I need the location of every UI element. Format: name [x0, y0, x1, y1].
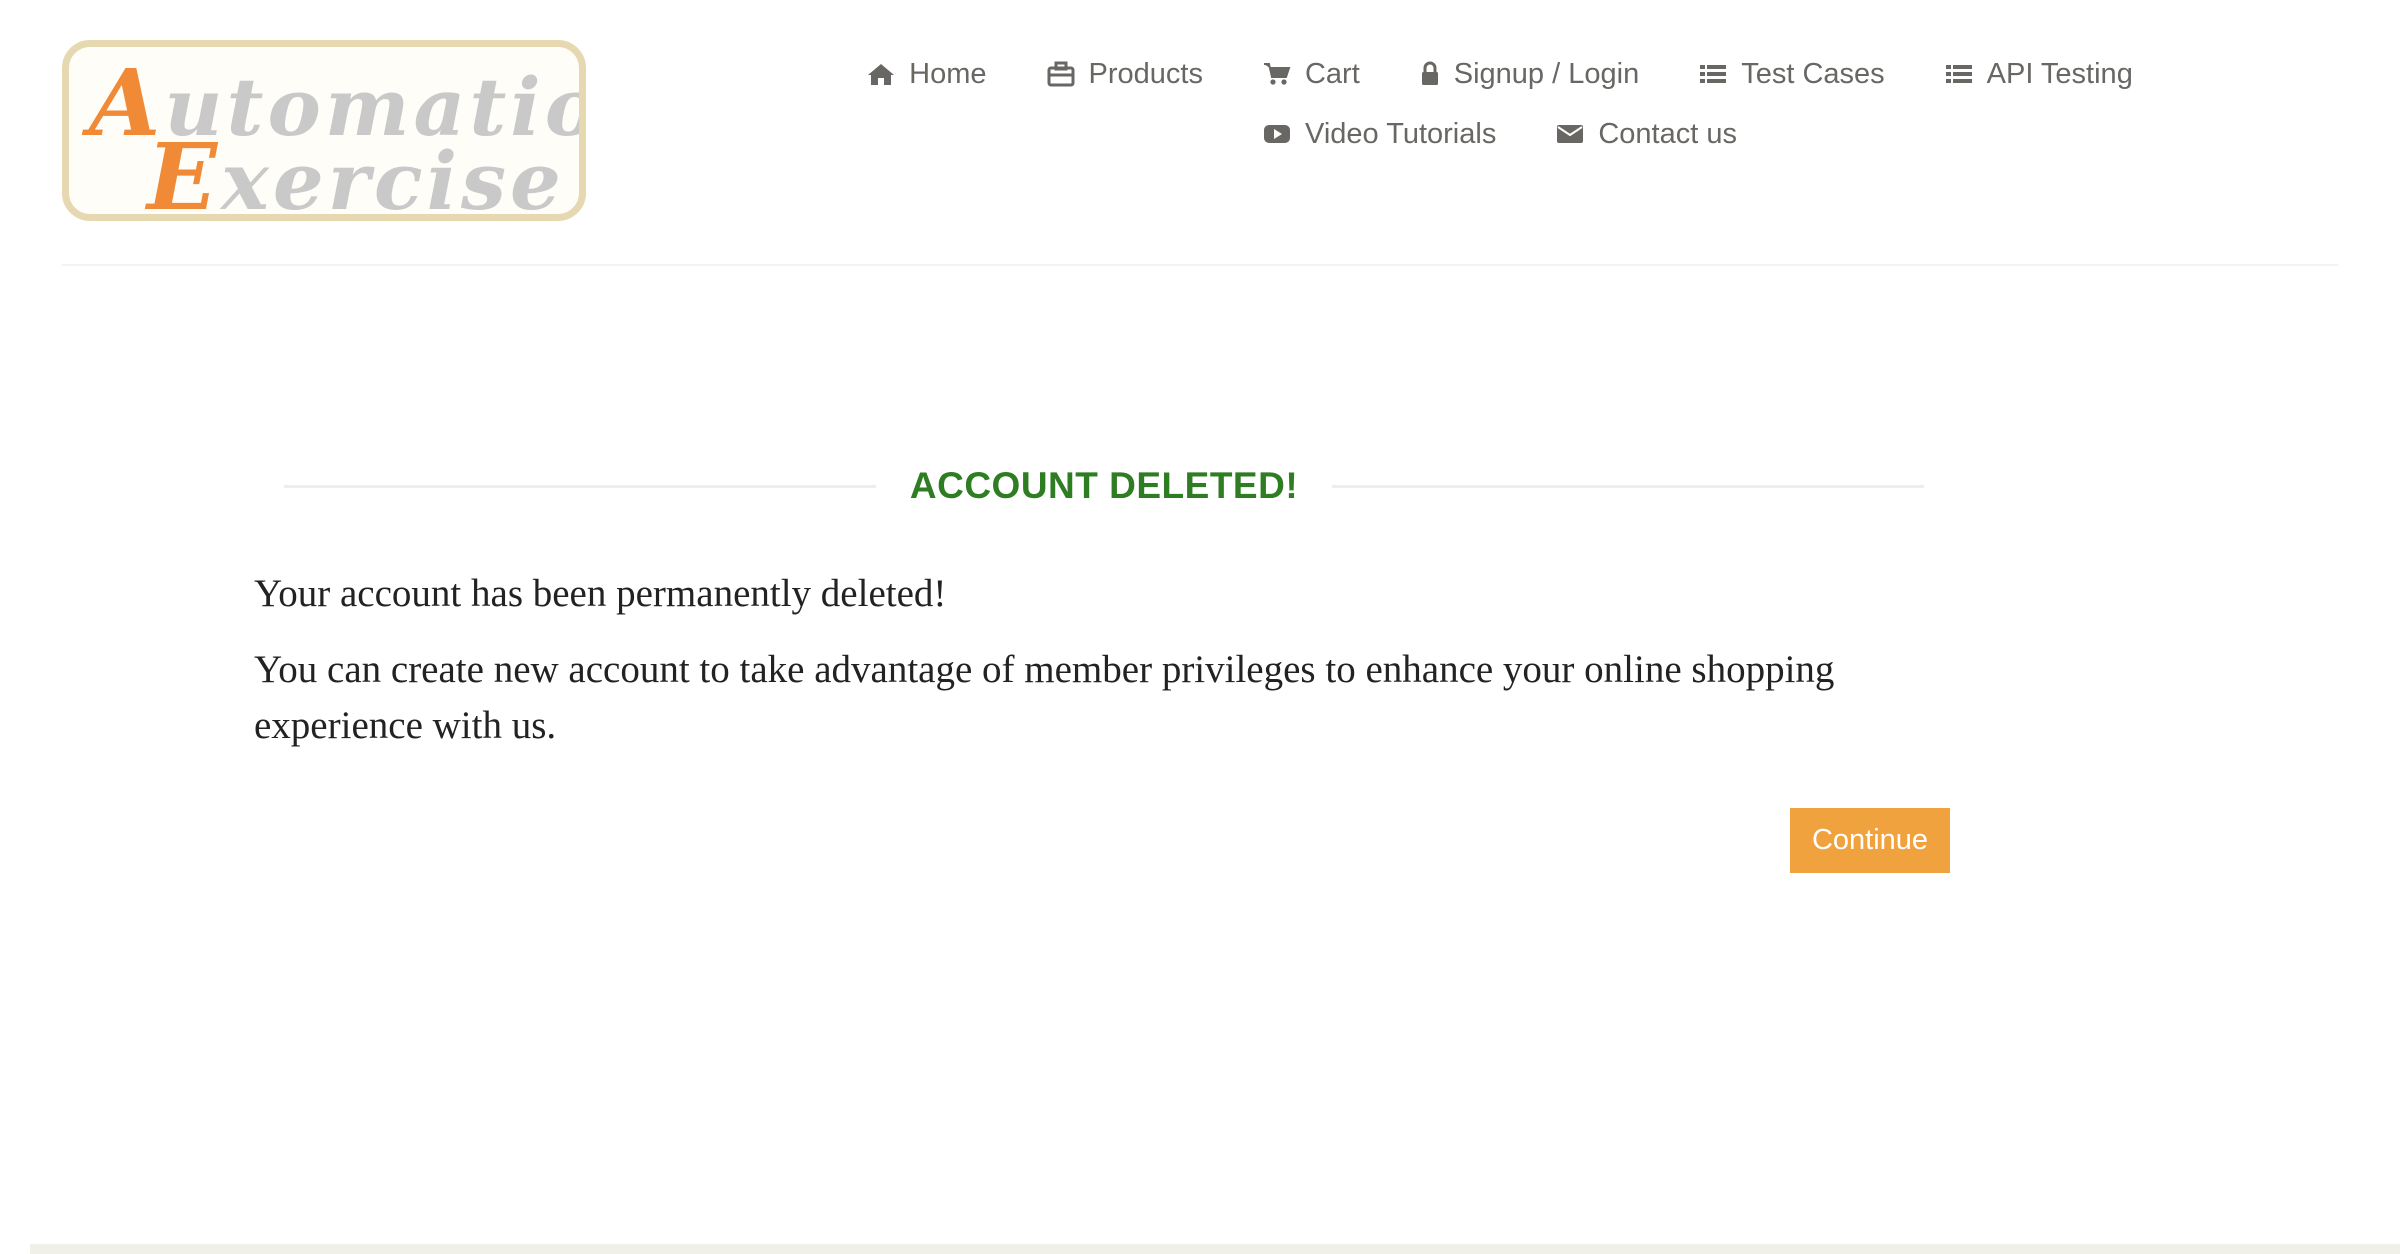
logo-rest-exercise: xercise: [221, 134, 565, 221]
account-deleted-title: ACCOUNT DELETED!: [909, 465, 1299, 506]
site-logo[interactable]: Automation Exercise: [62, 40, 586, 221]
page: Automation Exercise Home Products Cart S…: [0, 0, 2400, 1254]
nav-home[interactable]: Home: [867, 56, 987, 92]
youtube-play-icon: [1264, 125, 1291, 143]
title-line-right: [1332, 484, 1925, 488]
header: Automation Exercise Home Products Cart S…: [0, 0, 2400, 266]
logo-cap-e: E: [147, 123, 222, 221]
nav-products[interactable]: Products: [1047, 56, 1203, 92]
nav-contact-us[interactable]: Contact us: [1556, 116, 1737, 152]
nav-api-testing-label: API Testing: [1986, 57, 2133, 90]
title-line-left: [284, 484, 876, 488]
nav-signup-login[interactable]: Signup / Login: [1420, 56, 1639, 92]
briefcase-icon: [1047, 61, 1075, 87]
home-icon: [868, 64, 895, 85]
nav-test-cases[interactable]: Test Cases: [1699, 56, 1885, 92]
nav-cart[interactable]: Cart: [1263, 56, 1360, 92]
footer-strip: [30, 1244, 2400, 1254]
nav-test-cases-label: Test Cases: [1741, 57, 1885, 90]
list-icon: [1945, 65, 1972, 83]
main-nav: Home Products Cart Signup / Login Test C…: [860, 56, 2140, 152]
continue-button[interactable]: Continue: [1790, 808, 1950, 873]
nav-products-label: Products: [1088, 57, 1203, 90]
nav-home-label: Home: [909, 57, 987, 90]
cart-icon: [1263, 63, 1291, 85]
deleted-message: Your account has been permanently delete…: [254, 572, 947, 615]
info-message: You can create new account to take advan…: [254, 648, 1835, 747]
nav-api-testing[interactable]: API Testing: [1945, 56, 2133, 92]
title-row: ACCOUNT DELETED!: [284, 458, 1925, 514]
nav-video-tutorials[interactable]: Video Tutorials: [1263, 116, 1496, 152]
nav-video-tutorials-label: Video Tutorials: [1305, 117, 1497, 150]
logo-line-exercise: Exercise: [147, 131, 565, 221]
nav-signup-login-label: Signup / Login: [1453, 57, 1640, 90]
list-icon: [1700, 65, 1727, 83]
nav-contact-us-label: Contact us: [1598, 117, 1737, 150]
lock-icon: [1421, 61, 1438, 85]
header-divider: [62, 264, 2338, 266]
envelope-icon: [1557, 125, 1584, 143]
nav-cart-label: Cart: [1304, 57, 1360, 90]
